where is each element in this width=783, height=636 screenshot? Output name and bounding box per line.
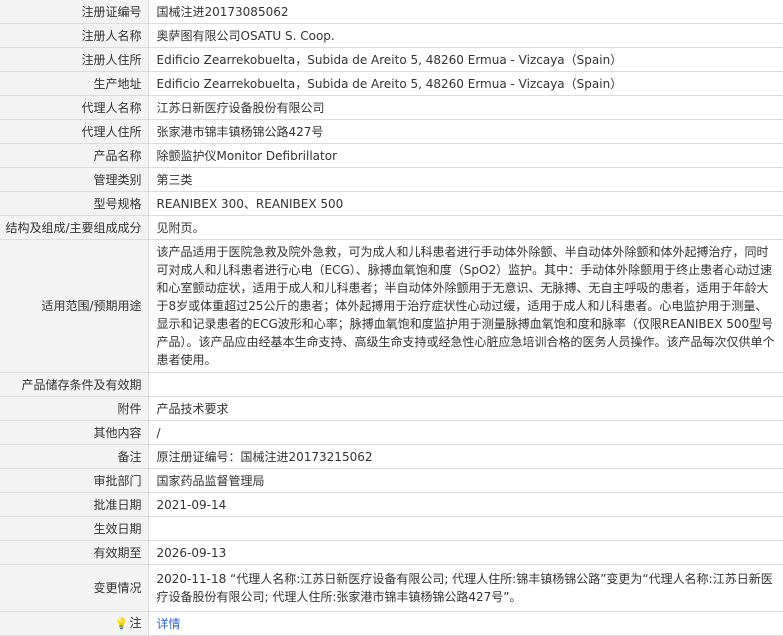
note-label: 注 [129,616,142,630]
row-remarks: 备注 原注册证编号：国械注进20173215062 [0,444,783,469]
row-structure-composition: 结构及组成/主要组成成分 见附页。 [0,215,783,240]
row-value: Edificio Zearrekobuelta，Subida de Areito… [148,47,783,72]
row-label: 产品储存条件及有效期 [0,372,149,397]
row-value: Edificio Zearrekobuelta，Subida de Areito… [148,71,783,96]
row-label: 审批部门 [0,468,149,493]
row-note: 💡注 详情 [0,611,783,636]
row-value: 国家药品监督管理局 [148,468,783,493]
row-value: 2021-09-14 [148,492,783,517]
row-label: 其他内容 [0,420,149,445]
row-storage-validity: 产品储存条件及有效期 [0,372,783,397]
row-label: 注册人名称 [0,23,149,48]
row-registration-number: 注册证编号 国械注进20173085062 [0,0,783,24]
row-label: 注册人住所 [0,47,149,72]
row-approval-department: 审批部门 国家药品监督管理局 [0,468,783,493]
row-value: 奥萨图有限公司OSATU S. Coop. [148,23,783,48]
row-value: 张家港市锦丰镇杨锦公路427号 [148,119,783,144]
row-label: 代理人住所 [0,119,149,144]
row-label: 批准日期 [0,492,149,517]
row-intended-use: 适用范围/预期用途 该产品适用于医院急救及院外急救，可为成人和儿科患者进行手动体… [0,239,783,373]
row-change-history: 变更情况 2020-11-18 “代理人名称:江苏日新医疗设备有限公司; 代理人… [0,564,783,612]
bulb-icon: 💡 [114,617,129,630]
row-label: 型号规格 [0,191,149,216]
row-value: 国械注进20173085062 [148,0,783,24]
row-label: 附件 [0,396,149,421]
row-value: 该产品适用于医院急救及院外急救，可为成人和儿科患者进行手动体外除颤、半自动体外除… [148,239,783,373]
row-label: 生产地址 [0,71,149,96]
row-agent-name: 代理人名称 江苏日新医疗设备股份有限公司 [0,95,783,120]
row-value: REANIBEX 300、REANIBEX 500 [148,191,783,216]
note-label-cell: 💡注 [0,611,149,636]
row-value: 除颤监护仪Monitor Defibrillator [148,143,783,168]
row-value: 原注册证编号：国械注进20173215062 [148,444,783,469]
row-label: 注册证编号 [0,0,149,24]
details-link[interactable]: 详情 [157,617,181,631]
row-model-spec: 型号规格 REANIBEX 300、REANIBEX 500 [0,191,783,216]
row-registrant-name: 注册人名称 奥萨图有限公司OSATU S. Coop. [0,23,783,48]
note-value-cell: 详情 [148,611,783,636]
row-attachment: 附件 产品技术要求 [0,396,783,421]
row-label: 备注 [0,444,149,469]
row-effective-date: 生效日期 [0,516,783,541]
row-approval-date: 批准日期 2021-09-14 [0,492,783,517]
row-label: 代理人名称 [0,95,149,120]
registration-table: 注册证编号 国械注进20173085062 注册人名称 奥萨图有限公司OSATU… [0,0,783,636]
row-management-category: 管理类别 第三类 [0,167,783,192]
row-label: 生效日期 [0,516,149,541]
row-label: 管理类别 [0,167,149,192]
row-other-content: 其他内容 / [0,420,783,445]
row-label: 变更情况 [0,564,149,612]
row-valid-until: 有效期至 2026-09-13 [0,540,783,565]
row-value: 见附页。 [148,215,783,240]
row-value: 2026-09-13 [148,540,783,565]
row-value: 2020-11-18 “代理人名称:江苏日新医疗设备有限公司; 代理人住所:锦丰… [148,564,783,612]
row-registrant-address: 注册人住所 Edificio Zearrekobuelta，Subida de … [0,47,783,72]
row-value: 江苏日新医疗设备股份有限公司 [148,95,783,120]
row-value [148,372,783,397]
row-label: 产品名称 [0,143,149,168]
row-production-address: 生产地址 Edificio Zearrekobuelta，Subida de A… [0,71,783,96]
row-value: 产品技术要求 [148,396,783,421]
row-value: 第三类 [148,167,783,192]
row-value [148,516,783,541]
row-agent-address: 代理人住所 张家港市锦丰镇杨锦公路427号 [0,119,783,144]
row-value: / [148,420,783,445]
row-product-name: 产品名称 除颤监护仪Monitor Defibrillator [0,143,783,168]
row-label: 有效期至 [0,540,149,565]
row-label: 适用范围/预期用途 [0,239,149,373]
row-label: 结构及组成/主要组成成分 [0,215,149,240]
